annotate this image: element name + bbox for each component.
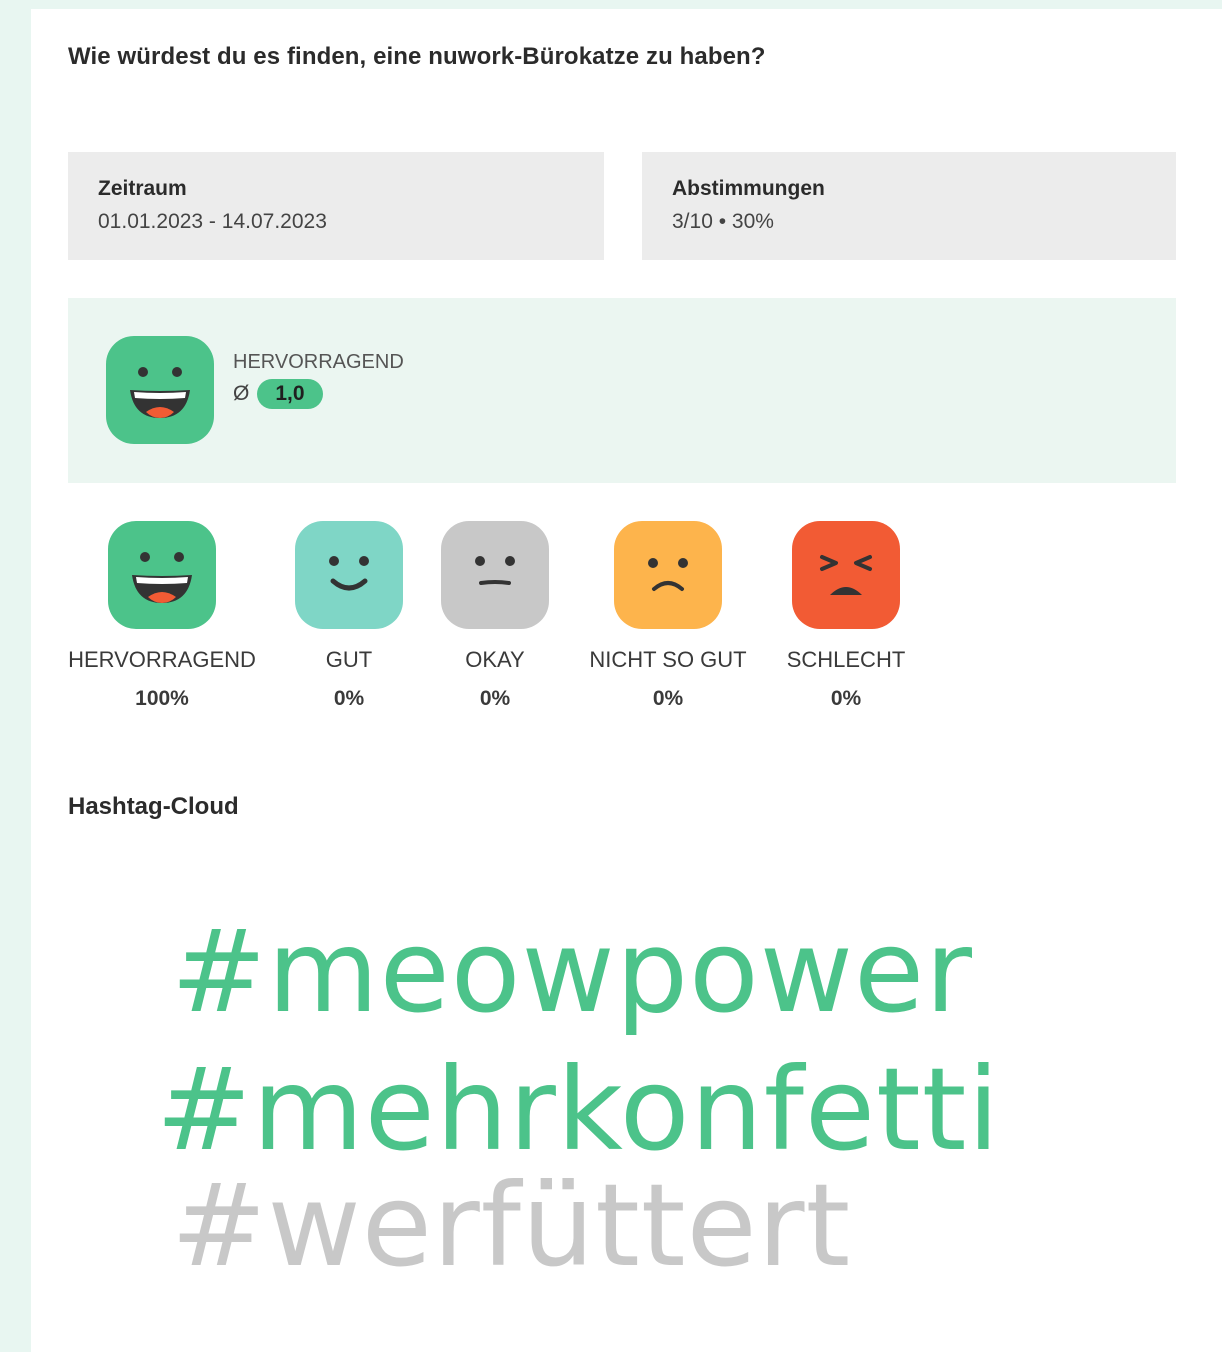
votes-label: Abstimmungen [672, 177, 825, 200]
rating-okay: OKAY 0% [395, 521, 595, 711]
hashtag-cloud-title: Hashtag-Cloud [68, 793, 239, 820]
rating-percent: 0% [652, 687, 684, 710]
votes-box: Abstimmungen 3/10 • 30% [642, 152, 1176, 260]
smiley-excellent-icon [106, 336, 214, 449]
smiley-bad-icon [746, 521, 946, 629]
rating-label: OKAY [465, 647, 525, 672]
rating-label: SCHLECHT [786, 647, 906, 672]
rating-percent: 0% [830, 687, 862, 710]
average-symbol: Ø [233, 382, 250, 405]
hashtag-meowpower: #meowpower [171, 905, 974, 1038]
question-title: Wie würdest du es finden, eine nuwork-Bü… [68, 43, 766, 70]
period-box: Zeitraum 01.01.2023 - 14.07.2023 [68, 152, 604, 260]
survey-result-card: Wie würdest du es finden, eine nuwork-Bü… [31, 9, 1222, 1352]
rating-percent: 0% [479, 687, 511, 710]
hashtag-werfuettert: #werfüttert [171, 1159, 852, 1292]
rating-summary: HERVORRAGEND Ø 1,0 [68, 298, 1176, 483]
smiley-excellent-icon [62, 521, 262, 629]
rating-excellent: HERVORRAGEND 100% [62, 521, 262, 711]
summary-rating-label: HERVORRAGEND [233, 351, 404, 373]
average-row: Ø 1,0 [233, 378, 323, 410]
votes-value: 3/10 • 30% [672, 210, 774, 233]
period-value: 01.01.2023 - 14.07.2023 [98, 210, 327, 233]
rating-percent: 100% [135, 687, 189, 710]
rating-bad: SCHLECHT 0% [746, 521, 946, 711]
rating-label: HERVORRAGEND [68, 647, 256, 672]
smiley-okay-icon [395, 521, 595, 629]
rating-not-so-good: NICHT SO GUT 0% [568, 521, 768, 711]
period-label: Zeitraum [98, 177, 187, 200]
average-value-badge: 1,0 [257, 379, 323, 409]
hashtag-mehrkonfetti: #mehrkonfetti [156, 1043, 1001, 1176]
rating-label: NICHT SO GUT [589, 647, 747, 672]
smiley-not-so-good-icon [568, 521, 768, 629]
